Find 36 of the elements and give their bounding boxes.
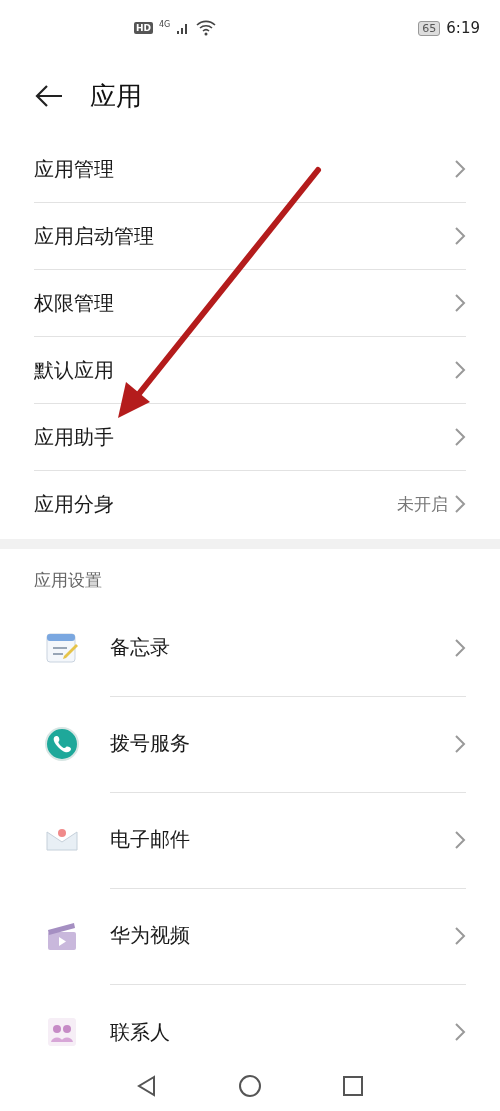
back-arrow-icon[interactable] xyxy=(34,84,64,108)
menu-item[interactable]: 应用助手 xyxy=(34,423,454,451)
menu-item[interactable]: 权限管理 xyxy=(34,289,454,317)
section-title: 应用设置 xyxy=(33,569,103,592)
app-item[interactable]: 备忘录 xyxy=(110,634,454,661)
chevron-right-icon xyxy=(454,1022,466,1042)
menu-item[interactable]: 应用启动管理 xyxy=(34,222,454,250)
status-value: 未开启 xyxy=(397,492,448,516)
home-nav-icon[interactable] xyxy=(238,1074,262,1098)
notepad-icon xyxy=(44,630,80,666)
hd-badge: HD xyxy=(134,22,153,34)
menu-item[interactable]: 默认应用 xyxy=(34,356,454,384)
battery-level: 65 xyxy=(418,20,441,36)
chevron-right-icon xyxy=(454,293,466,313)
phone-icon xyxy=(44,726,80,762)
chevron-right-icon xyxy=(454,360,466,380)
wifi-icon xyxy=(196,20,217,36)
chevron-right-icon xyxy=(454,226,466,246)
chevron-right-icon xyxy=(454,829,466,850)
chevron-right-icon xyxy=(454,494,466,514)
page-title: 应用 xyxy=(90,79,142,113)
back-nav-icon[interactable] xyxy=(136,1075,158,1097)
chevron-right-icon xyxy=(454,427,466,447)
app-item[interactable]: 联系人 xyxy=(110,1018,454,1046)
menu-item[interactable]: 应用分身 xyxy=(34,490,397,518)
recents-nav-icon[interactable] xyxy=(342,1075,364,1097)
chevron-right-icon xyxy=(454,925,466,946)
chevron-right-icon xyxy=(454,637,466,658)
chevron-right-icon xyxy=(454,159,466,179)
app-item[interactable]: 拨号服务 xyxy=(110,730,454,757)
chevron-right-icon xyxy=(454,733,466,754)
app-item[interactable]: 电子邮件 xyxy=(110,826,454,853)
clock-time: 6:19 xyxy=(446,19,480,37)
network-type: 4G xyxy=(159,20,171,29)
app-item[interactable]: 华为视频 xyxy=(110,922,454,949)
menu-item[interactable]: 应用管理 xyxy=(34,155,454,183)
